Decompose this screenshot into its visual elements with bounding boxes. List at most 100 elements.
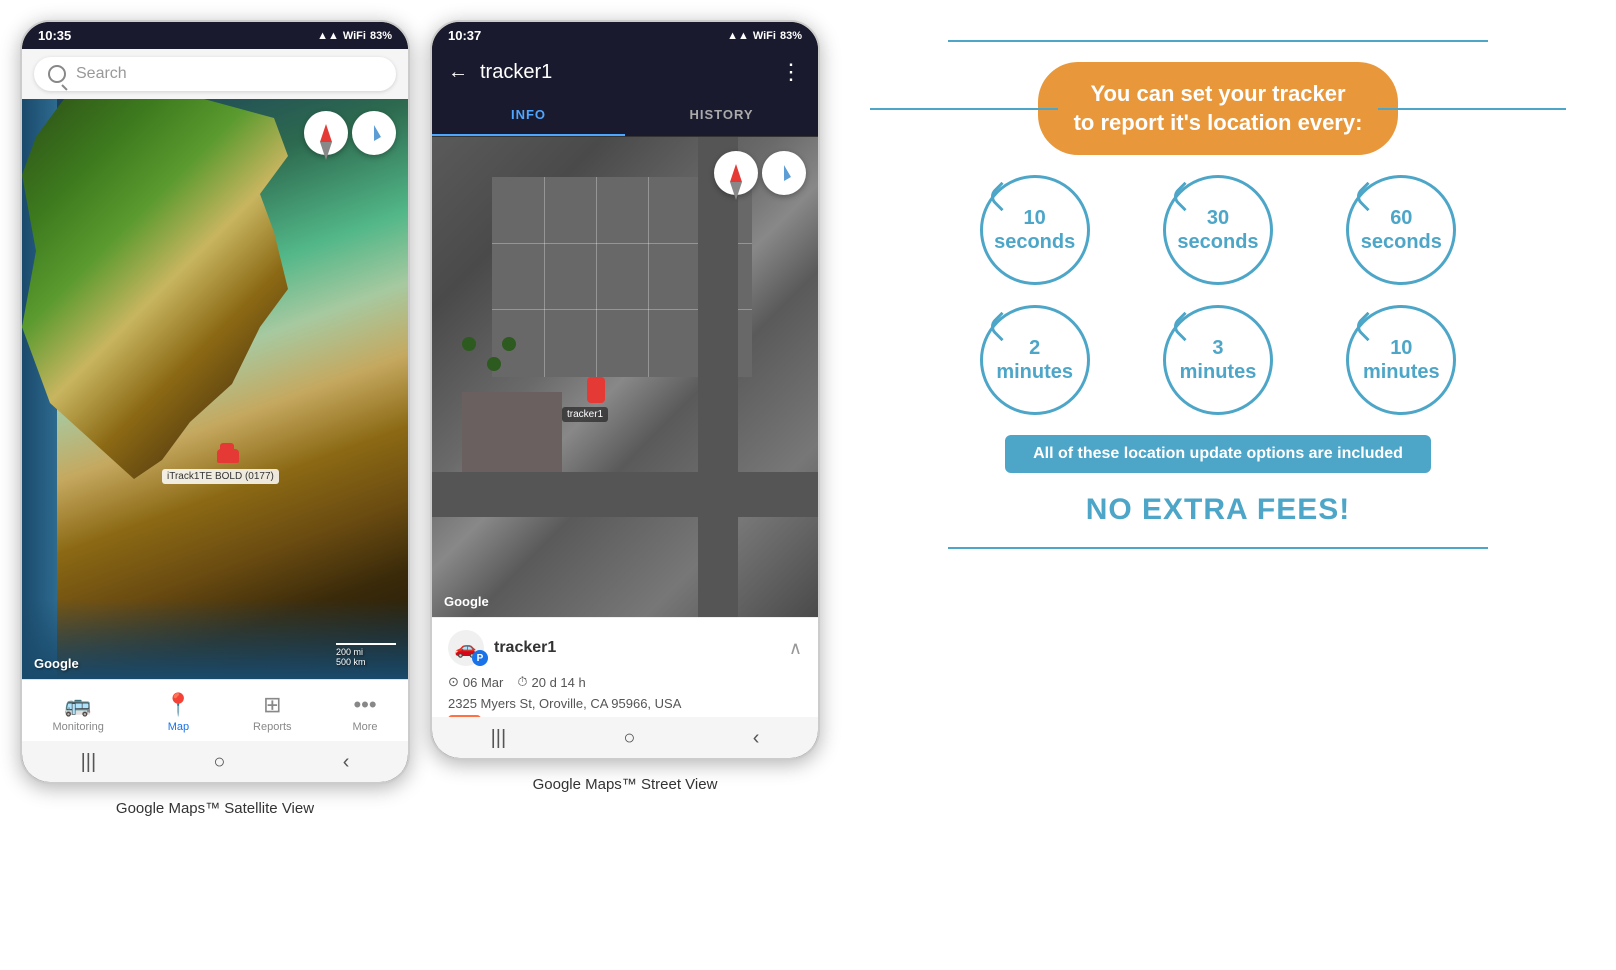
phone1-container: 10:35 ▲▲ WiFi 83% Search [20, 20, 410, 817]
compass-needle-icon [320, 124, 332, 142]
home-bar-back-icon: ‹ [343, 751, 350, 774]
home-bar2-circle-icon: ○ [623, 727, 635, 750]
search-bar-area: Search [22, 49, 408, 99]
tab-history[interactable]: HISTORY [625, 95, 818, 136]
phone2-frame: 10:37 ▲▲ WiFi 83% ← tracker1 ⋮ INFO HIST… [430, 20, 820, 760]
car-icon [217, 449, 239, 463]
circle-text-10min: 10 minutes [1363, 336, 1440, 384]
circle-text-2min: 2 minutes [996, 336, 1073, 384]
info-date: 06 Mar [463, 675, 503, 690]
nav-reports[interactable]: ⊞ Reports [243, 688, 302, 737]
monitoring-label: Monitoring [52, 721, 103, 733]
p-badge: P [472, 650, 488, 666]
phone1-status-icons: ▲▲ WiFi 83% [317, 30, 392, 42]
phone1-time: 10:35 [38, 28, 71, 43]
circle-60sec: 60 seconds [1325, 175, 1478, 285]
scale-bar: 200 mi 500 km [336, 643, 396, 667]
phone1-caption: Google Maps™ Satellite View [116, 800, 314, 817]
road-vertical [698, 137, 738, 617]
info-header-row: 🚗 P tracker1 ∧ [448, 630, 802, 666]
nav-more[interactable]: ••• More [342, 688, 387, 737]
phone2-header: ← tracker1 ⋮ [432, 49, 818, 95]
nav-map[interactable]: 📍 Map [155, 688, 202, 737]
phone2-status-bar: 10:37 ▲▲ WiFi 83% [432, 22, 818, 49]
north-america-continent [22, 99, 302, 479]
circle-outer-2min: 2 minutes [980, 305, 1090, 415]
home-bar2-back-icon: ‹ [753, 727, 760, 750]
info-panel: 🚗 P tracker1 ∧ ⊙ 06 Mar ⏱ 20 d 14 h [432, 617, 818, 717]
road-horizontal [432, 472, 818, 517]
aerial-location-arrow-icon [777, 165, 791, 181]
circle-3min: 3 minutes [1141, 305, 1294, 415]
circles-grid: 10 seconds 30 seconds 60 seconds [958, 175, 1478, 415]
location-button[interactable] [352, 111, 396, 155]
signal2-icon: ▲▲ [727, 30, 749, 42]
info-tracker-name: tracker1 [494, 639, 556, 657]
home-bar-lines-icon: ||| [81, 751, 97, 774]
meta-duration: ⏱ 20 d 14 h [517, 674, 585, 690]
phone1-map-area[interactable]: iTrack1TE BOLD (0177) Google 200 mi 500 … [22, 99, 408, 679]
aerial-car-marker [587, 377, 605, 403]
wifi-icon: WiFi [343, 30, 366, 42]
more-label: More [352, 721, 377, 733]
info-banner: You can set your trackerto report it's l… [1038, 62, 1399, 155]
ocean-bottom [22, 599, 408, 679]
nav-monitoring[interactable]: 🚌 Monitoring [42, 688, 113, 737]
home-bar-1: ||| ○ ‹ [22, 741, 408, 782]
satellite-map: iTrack1TE BOLD (0177) Google 200 mi 500 … [22, 99, 408, 679]
home-bar-2: ||| ○ ‹ [432, 717, 818, 758]
notice-banner: All of these location update options are… [1005, 435, 1431, 473]
tree-2 [487, 357, 501, 371]
back-button[interactable]: ← [448, 61, 468, 84]
circle-outer-30sec: 30 seconds [1163, 175, 1273, 285]
battery2-icon: 83% [780, 30, 802, 42]
home-bar-circle-icon: ○ [213, 751, 225, 774]
reports-icon: ⊞ [263, 692, 281, 718]
phone2-time: 10:37 [448, 28, 481, 43]
phone1-status-bar: 10:35 ▲▲ WiFi 83% [22, 22, 408, 49]
home-bar2-lines-icon: ||| [491, 727, 507, 750]
aerial-compass-button[interactable] [714, 151, 758, 195]
circle-text-3min: 3 minutes [1180, 336, 1257, 384]
phone1-bottom-nav: 🚌 Monitoring 📍 Map ⊞ Reports ••• More [22, 679, 408, 741]
map-icon: 📍 [165, 692, 192, 718]
phone2-container: 10:37 ▲▲ WiFi 83% ← tracker1 ⋮ INFO HIST… [430, 20, 820, 793]
circle-text-10sec: 10 seconds [994, 206, 1075, 254]
circle-10sec: 10 seconds [958, 175, 1111, 285]
teal-line-top [948, 40, 1488, 42]
chevron-up-icon[interactable]: ∧ [789, 638, 802, 659]
reports-label: Reports [253, 721, 292, 733]
tracker-icon-wrapper: 🚗 P [448, 630, 484, 666]
map-label: Map [168, 721, 189, 733]
menu-dots-button[interactable]: ⋮ [780, 59, 802, 85]
info-banner-text: You can set your trackerto report it's l… [1074, 80, 1363, 137]
tab-info[interactable]: INFO [432, 95, 625, 136]
teal-line-bottom [948, 547, 1488, 549]
wifi2-icon: WiFi [753, 30, 776, 42]
time-badge: 5 h [448, 715, 481, 717]
banner-wrapper: You can set your trackerto report it's l… [870, 62, 1566, 155]
aerial-location-button[interactable] [762, 151, 806, 195]
phone2-map-area[interactable]: tracker1 Google 🚗 P [432, 137, 818, 717]
search-placeholder: Search [76, 65, 127, 83]
circle-outer-60sec: 60 seconds [1346, 175, 1456, 285]
search-bar[interactable]: Search [34, 57, 396, 91]
aerial-compass-needle-icon [730, 164, 742, 182]
compass-button[interactable] [304, 111, 348, 155]
tabs-bar: INFO HISTORY [432, 95, 818, 137]
more-icon: ••• [353, 692, 376, 718]
battery-icon: 83% [370, 30, 392, 42]
info-card: You can set your trackerto report it's l… [840, 20, 1596, 569]
circle-outer-3min: 3 minutes [1163, 305, 1273, 415]
timer-icon: ⏱ [517, 674, 527, 690]
no-fees-text: NO EXTRA FEES! [1086, 493, 1351, 527]
building [462, 392, 562, 472]
location-arrow-icon [367, 125, 381, 141]
tree-1 [462, 337, 476, 351]
scale-text-mi: 200 mi [336, 647, 396, 657]
info-duration: 20 d 14 h [532, 675, 586, 690]
circle-2min: 2 minutes [958, 305, 1111, 415]
info-address: 2325 Myers St, Oroville, CA 95966, USA [448, 696, 802, 711]
circle-outer-10sec: 10 seconds [980, 175, 1090, 285]
google-watermark: Google [34, 656, 79, 671]
